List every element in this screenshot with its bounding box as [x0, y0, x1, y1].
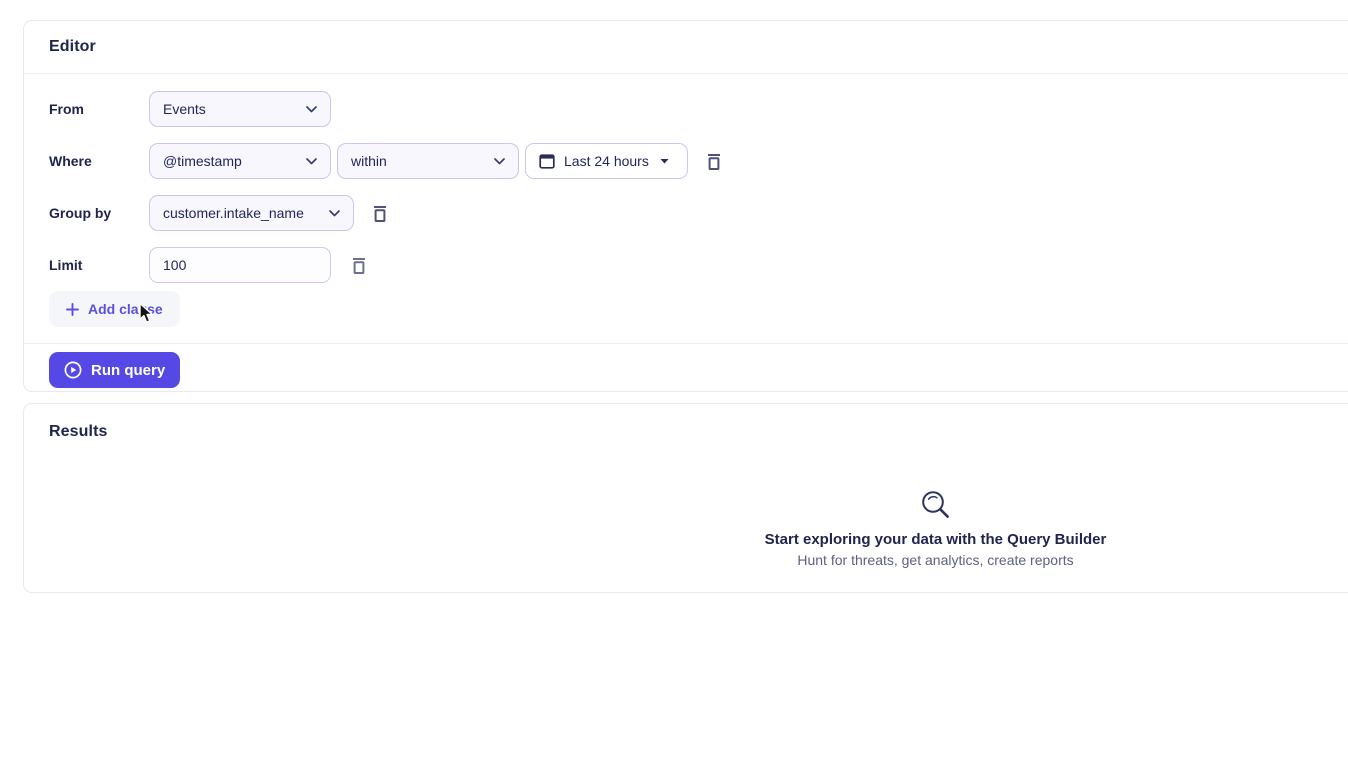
- where-field-select[interactable]: @timestamp: [149, 143, 331, 179]
- caret-down-icon: [660, 158, 669, 164]
- group-by-value: customer.intake_name: [163, 205, 304, 221]
- from-label: From: [49, 101, 149, 117]
- add-clause-button[interactable]: Add clause: [49, 291, 180, 327]
- results-empty-state: Start exploring your data with the Query…: [24, 489, 1348, 568]
- chevron-down-icon: [329, 210, 340, 217]
- trash-icon: [706, 152, 722, 171]
- empty-state-subtitle: Hunt for threats, get analytics, create …: [797, 552, 1073, 568]
- play-circle-icon: [64, 361, 82, 379]
- where-label: Where: [49, 153, 149, 169]
- run-query-label: Run query: [91, 362, 165, 379]
- editor-title: Editor: [49, 38, 96, 56]
- from-select[interactable]: Events: [149, 91, 331, 127]
- delete-limit-clause-button[interactable]: [349, 254, 369, 277]
- group-by-row: Group by customer.intake_name: [49, 195, 390, 231]
- run-query-button[interactable]: Run query: [49, 352, 180, 388]
- time-range-picker[interactable]: Last 24 hours: [525, 143, 688, 179]
- search-icon: [920, 489, 951, 520]
- trash-icon: [372, 204, 388, 223]
- delete-group-by-clause-button[interactable]: [370, 202, 390, 225]
- trash-icon: [351, 256, 367, 275]
- editor-footer-divider: [24, 343, 1348, 344]
- from-row: From Events: [49, 91, 331, 127]
- editor-header-divider: [24, 73, 1348, 74]
- group-by-select[interactable]: customer.intake_name: [149, 195, 354, 231]
- add-clause-label: Add clause: [88, 301, 163, 317]
- chevron-down-icon: [494, 158, 505, 165]
- from-select-value: Events: [163, 101, 206, 117]
- where-operator-value: within: [351, 153, 387, 169]
- group-by-label: Group by: [49, 205, 149, 221]
- chevron-down-icon: [306, 106, 317, 113]
- limit-row: Limit: [49, 247, 369, 283]
- where-field-value: @timestamp: [163, 153, 242, 169]
- calendar-icon: [539, 153, 555, 169]
- empty-state-title: Start exploring your data with the Query…: [765, 531, 1107, 548]
- results-card: Results Start exploring your data with t…: [23, 403, 1348, 593]
- editor-card: Editor From Events Where @timestamp with…: [23, 20, 1348, 392]
- where-row: Where @timestamp within Last 24 hours: [49, 143, 724, 179]
- time-range-value: Last 24 hours: [564, 153, 649, 169]
- plus-icon: [66, 303, 79, 316]
- delete-where-clause-button[interactable]: [704, 150, 724, 173]
- where-operator-select[interactable]: within: [337, 143, 519, 179]
- limit-label: Limit: [49, 257, 149, 273]
- chevron-down-icon: [306, 158, 317, 165]
- results-title: Results: [49, 423, 108, 441]
- limit-input[interactable]: [149, 247, 331, 283]
